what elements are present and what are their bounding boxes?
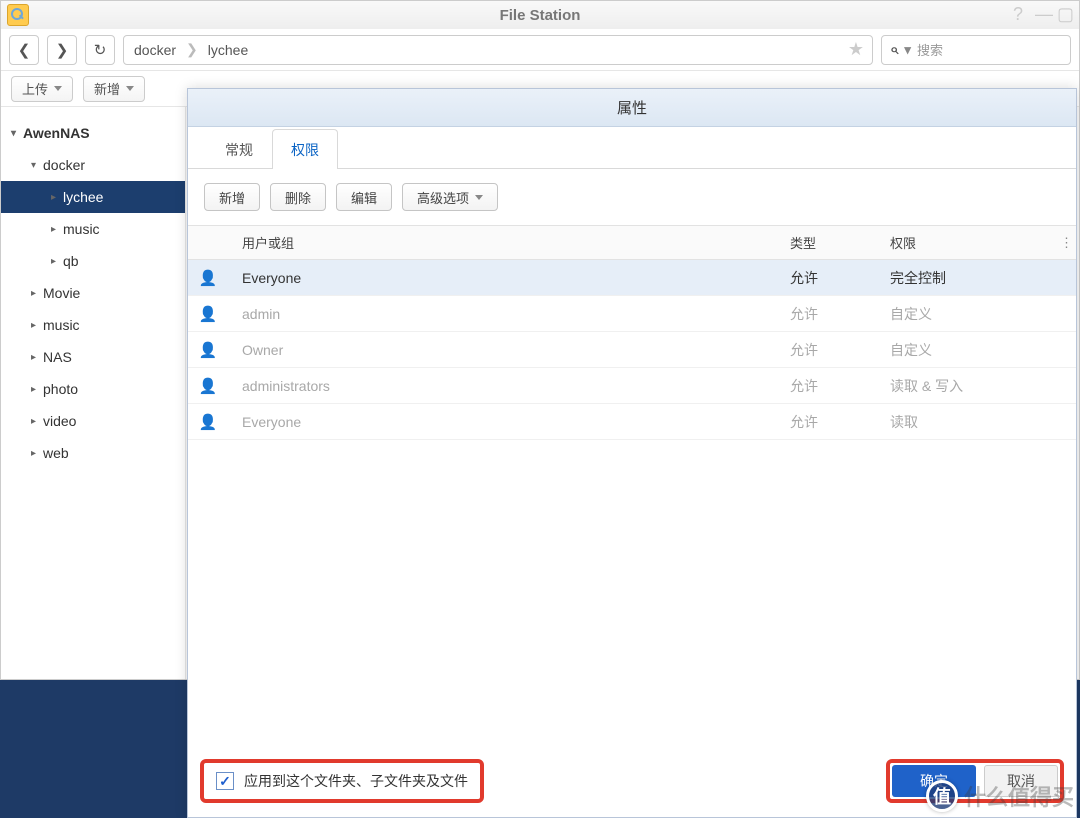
upload-button[interactable]: 上传 bbox=[11, 76, 73, 102]
forward-button[interactable]: ❯ bbox=[47, 35, 77, 65]
folder-tree: AwenNAS docker lychee music qb Movie mus… bbox=[1, 107, 186, 679]
tree-item-photo[interactable]: photo bbox=[1, 373, 185, 405]
dialog-title: 属性 bbox=[188, 89, 1076, 127]
search-icon bbox=[890, 41, 898, 58]
perm-delete-button[interactable]: 删除 bbox=[270, 183, 326, 211]
user-icon: 👤 bbox=[198, 305, 218, 323]
apply-recursive-label: 应用到这个文件夹、子文件夹及文件 bbox=[244, 771, 468, 791]
col-more-icon[interactable]: ⋮ bbox=[1050, 235, 1076, 251]
dialog-tabs: 常规 权限 bbox=[188, 127, 1076, 169]
col-type[interactable]: 类型 bbox=[780, 233, 880, 252]
tree-item-web[interactable]: web bbox=[1, 437, 185, 469]
breadcrumb[interactable]: docker ❯ lychee ★ bbox=[123, 35, 873, 65]
table-row[interactable]: 👤 Everyone允许完全控制 bbox=[188, 260, 1076, 296]
properties-dialog: 属性 常规 权限 新增 删除 编辑 高级选项 用户或组 类型 权限 ⋮ 👤 Ev… bbox=[187, 88, 1077, 818]
minimize-icon[interactable]: ― bbox=[1035, 14, 1051, 17]
table-row[interactable]: 👤 Owner允许自定义 bbox=[188, 332, 1076, 368]
tree-item-docker[interactable]: docker bbox=[1, 149, 185, 181]
titlebar[interactable]: File Station ? ― ▢ bbox=[1, 1, 1079, 29]
permission-toolbar: 新增 删除 编辑 高级选项 bbox=[188, 169, 1076, 225]
back-button[interactable]: ❮ bbox=[9, 35, 39, 65]
window-controls: ? ― ▢ bbox=[1013, 14, 1073, 17]
col-perm[interactable]: 权限 bbox=[880, 233, 1050, 252]
perm-advanced-button[interactable]: 高级选项 bbox=[402, 183, 498, 211]
apply-recursive-checkbox[interactable]: ✓ 应用到这个文件夹、子文件夹及文件 bbox=[200, 759, 484, 803]
help-icon[interactable]: ? bbox=[1013, 14, 1029, 17]
col-user[interactable]: 用户或组 bbox=[232, 233, 780, 252]
tree-item-music-sub[interactable]: music bbox=[1, 213, 185, 245]
new-button[interactable]: 新增 bbox=[83, 76, 145, 102]
user-icon: 👤 bbox=[198, 269, 218, 287]
perm-edit-button[interactable]: 编辑 bbox=[336, 183, 392, 211]
chevron-down-icon bbox=[54, 86, 62, 91]
table-row[interactable]: 👤 Everyone允许读取 bbox=[188, 404, 1076, 440]
tree-item-music[interactable]: music bbox=[1, 309, 185, 341]
watermark-badge-icon: 值 bbox=[926, 780, 958, 812]
chevron-right-icon: ❯ bbox=[186, 41, 198, 58]
tree-item-nas[interactable]: NAS bbox=[1, 341, 185, 373]
tree-root[interactable]: AwenNAS bbox=[1, 117, 185, 149]
tree-item-video[interactable]: video bbox=[1, 405, 185, 437]
breadcrumb-seg-0[interactable]: docker bbox=[134, 42, 176, 58]
breadcrumb-seg-1[interactable]: lychee bbox=[208, 42, 248, 58]
perm-add-button[interactable]: 新增 bbox=[204, 183, 260, 211]
table-row[interactable]: 👤 admin允许自定义 bbox=[188, 296, 1076, 332]
chevron-down-icon bbox=[475, 195, 483, 200]
tree-item-qb[interactable]: qb bbox=[1, 245, 185, 277]
chevron-down-icon bbox=[126, 86, 134, 91]
tree-item-lychee[interactable]: lychee bbox=[1, 181, 185, 213]
window-title: File Station bbox=[1, 7, 1079, 24]
user-icon: 👤 bbox=[198, 341, 218, 359]
nav-toolbar: ❮ ❯ ↻ docker ❯ lychee ★ ▾ 搜索 bbox=[1, 29, 1079, 71]
table-header: 用户或组 类型 权限 ⋮ bbox=[188, 226, 1076, 260]
refresh-button[interactable]: ↻ bbox=[85, 35, 115, 65]
user-icon: 👤 bbox=[198, 377, 218, 395]
checkbox-icon[interactable]: ✓ bbox=[216, 772, 234, 790]
tab-permission[interactable]: 权限 bbox=[272, 129, 338, 169]
maximize-icon[interactable]: ▢ bbox=[1057, 14, 1073, 17]
tab-general[interactable]: 常规 bbox=[206, 129, 272, 169]
watermark: 值 什么值得买 bbox=[926, 780, 1074, 812]
permission-table: 用户或组 类型 权限 ⋮ 👤 Everyone允许完全控制 👤 admin允许自… bbox=[188, 225, 1076, 440]
user-icon: 👤 bbox=[198, 413, 218, 431]
table-row[interactable]: 👤 administrators允许读取 & 写入 bbox=[188, 368, 1076, 404]
search-placeholder: 搜索 bbox=[917, 40, 943, 59]
tree-item-movie[interactable]: Movie bbox=[1, 277, 185, 309]
search-input[interactable]: ▾ 搜索 bbox=[881, 35, 1071, 65]
favorite-icon[interactable]: ★ bbox=[848, 39, 864, 60]
